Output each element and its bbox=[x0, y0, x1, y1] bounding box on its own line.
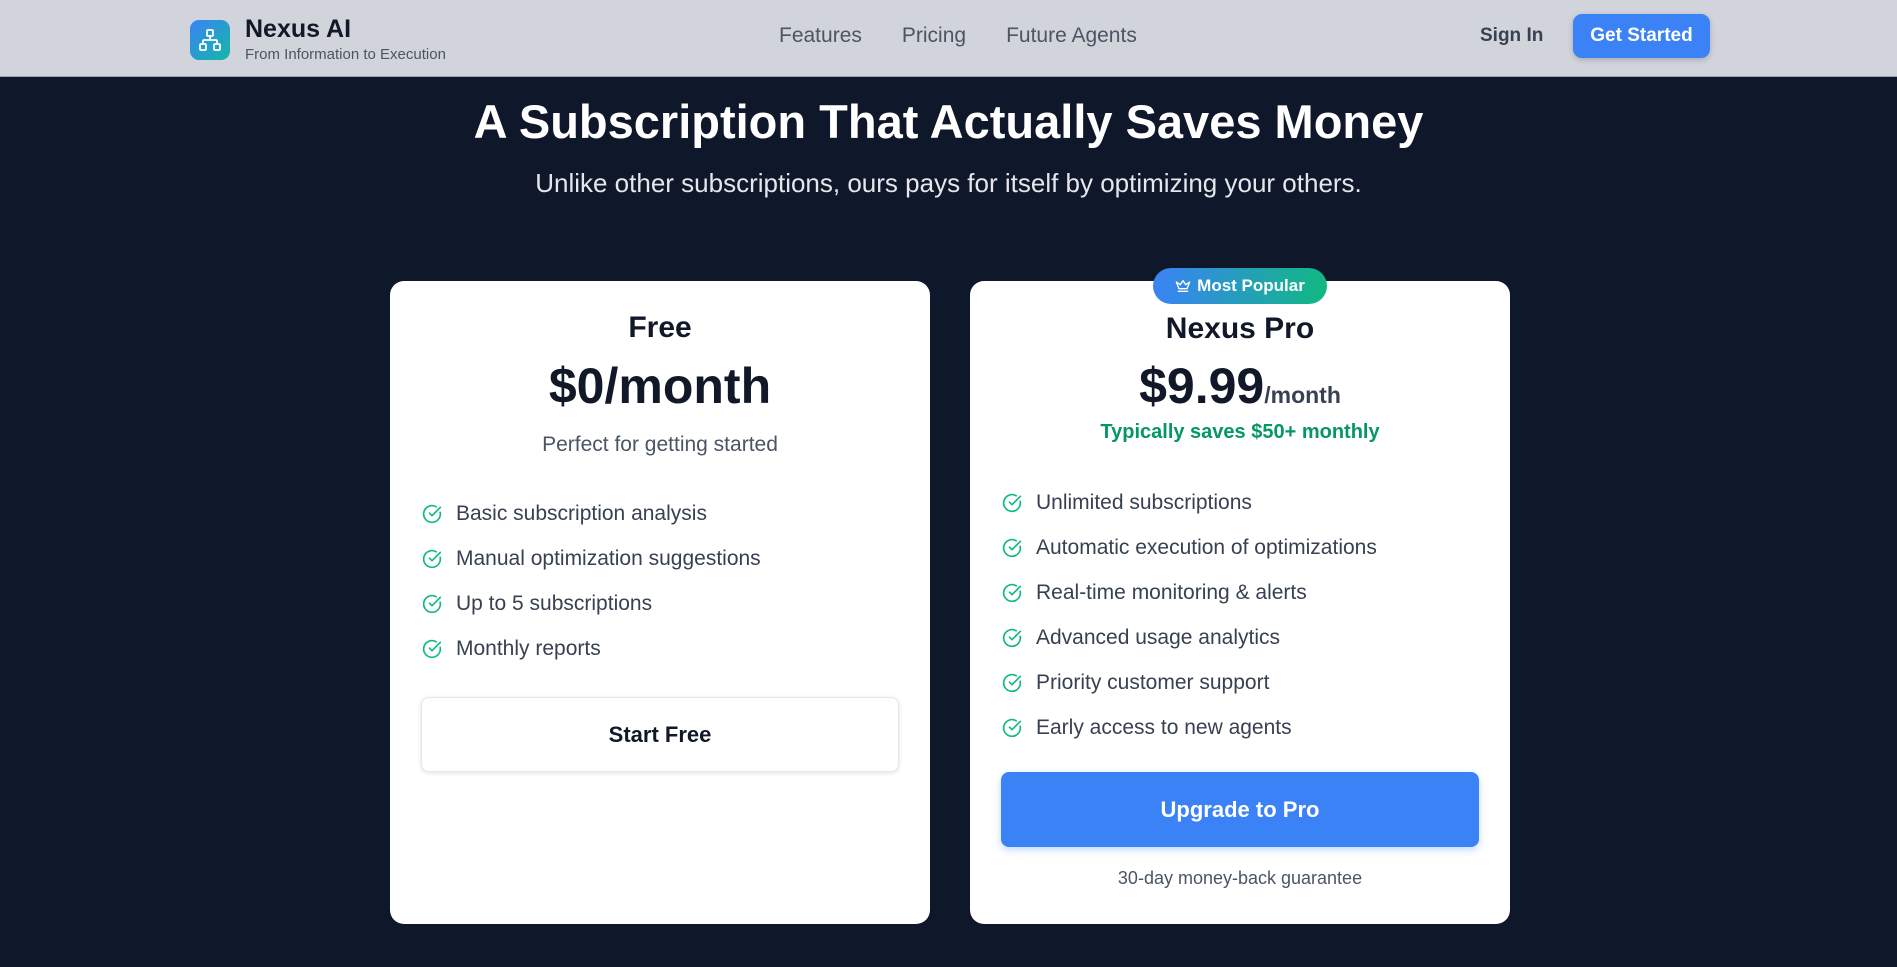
plan-name: Free bbox=[628, 311, 692, 344]
feature-item: Monthly reports bbox=[422, 626, 761, 671]
feature-text: Basic subscription analysis bbox=[456, 501, 707, 525]
plan-description: Perfect for getting started bbox=[542, 433, 778, 456]
feature-text: Early access to new agents bbox=[1036, 715, 1292, 739]
check-circle-icon bbox=[1002, 538, 1022, 557]
brand-name: Nexus AI bbox=[245, 15, 352, 43]
feature-item: Real-time monitoring & alerts bbox=[1002, 570, 1377, 615]
upgrade-to-pro-button[interactable]: Upgrade to Pro bbox=[1001, 772, 1479, 847]
feature-text: Manual optimization suggestions bbox=[456, 546, 761, 570]
feature-item: Unlimited subscriptions bbox=[1002, 480, 1377, 525]
feature-item: Up to 5 subscriptions bbox=[422, 581, 761, 626]
check-circle-icon bbox=[422, 594, 442, 613]
price-period: /month bbox=[1264, 382, 1341, 408]
check-circle-icon bbox=[422, 504, 442, 523]
nav-features-link[interactable]: Features bbox=[779, 22, 862, 50]
feature-item: Manual optimization suggestions bbox=[422, 536, 761, 581]
plan-price: $9.99/month bbox=[970, 356, 1510, 429]
check-circle-icon bbox=[422, 639, 442, 658]
feature-item: Priority customer support bbox=[1002, 660, 1377, 705]
most-popular-badge: Most Popular bbox=[1153, 268, 1327, 304]
page-subtitle: Unlike other subscriptions, ours pays fo… bbox=[535, 168, 1362, 198]
brand[interactable]: Nexus AI From Information to Execution bbox=[190, 15, 446, 65]
feature-list: Basic subscription analysis Manual optim… bbox=[422, 491, 761, 671]
feature-text: Real-time monitoring & alerts bbox=[1036, 580, 1307, 604]
feature-item: Basic subscription analysis bbox=[422, 491, 761, 536]
pro-plan-card: Most Popular Nexus Pro $9.99/month Typic… bbox=[970, 268, 1510, 924]
nav-future-agents-link[interactable]: Future Agents bbox=[1006, 22, 1137, 50]
check-circle-icon bbox=[1002, 673, 1022, 692]
check-circle-icon bbox=[1002, 628, 1022, 647]
price-amount: $9.99 bbox=[1139, 358, 1265, 414]
check-circle-icon bbox=[1002, 493, 1022, 512]
feature-item: Early access to new agents bbox=[1002, 705, 1377, 750]
free-plan-card: Free $0/month Perfect for getting starte… bbox=[390, 281, 930, 924]
guarantee-note: 30-day money-back guarantee bbox=[1117, 868, 1363, 888]
crown-icon bbox=[1175, 280, 1191, 292]
badge-label: Most Popular bbox=[1197, 276, 1305, 295]
get-started-button[interactable]: Get Started bbox=[1573, 14, 1710, 58]
page-title: A Subscription That Actually Saves Money bbox=[473, 95, 1424, 148]
sign-in-link[interactable]: Sign In bbox=[1480, 22, 1543, 50]
check-circle-icon bbox=[1002, 583, 1022, 602]
feature-text: Priority customer support bbox=[1036, 670, 1270, 694]
feature-text: Advanced usage analytics bbox=[1036, 625, 1280, 649]
feature-list: Unlimited subscriptions Automatic execut… bbox=[1002, 480, 1377, 750]
feature-text: Automatic execution of optimizations bbox=[1036, 535, 1377, 559]
check-circle-icon bbox=[422, 549, 442, 568]
plan-price: $0/month bbox=[548, 358, 772, 414]
nav-pricing-link[interactable]: Pricing bbox=[902, 22, 966, 50]
feature-text: Unlimited subscriptions bbox=[1036, 490, 1252, 514]
feature-item: Advanced usage analytics bbox=[1002, 615, 1377, 660]
feature-text: Monthly reports bbox=[456, 636, 601, 660]
brand-tagline: From Information to Execution bbox=[245, 46, 446, 63]
plan-name: Nexus Pro bbox=[1165, 312, 1315, 345]
feature-item: Automatic execution of optimizations bbox=[1002, 525, 1377, 570]
main-nav: Features Pricing Future Agents bbox=[779, 22, 1137, 50]
top-header: Nexus AI From Information to Execution F… bbox=[0, 0, 1897, 77]
network-icon bbox=[190, 20, 230, 60]
savings-note: Typically saves $50+ monthly bbox=[1100, 421, 1380, 443]
feature-text: Up to 5 subscriptions bbox=[456, 591, 653, 615]
check-circle-icon bbox=[1002, 718, 1022, 737]
start-free-button[interactable]: Start Free bbox=[421, 697, 899, 772]
